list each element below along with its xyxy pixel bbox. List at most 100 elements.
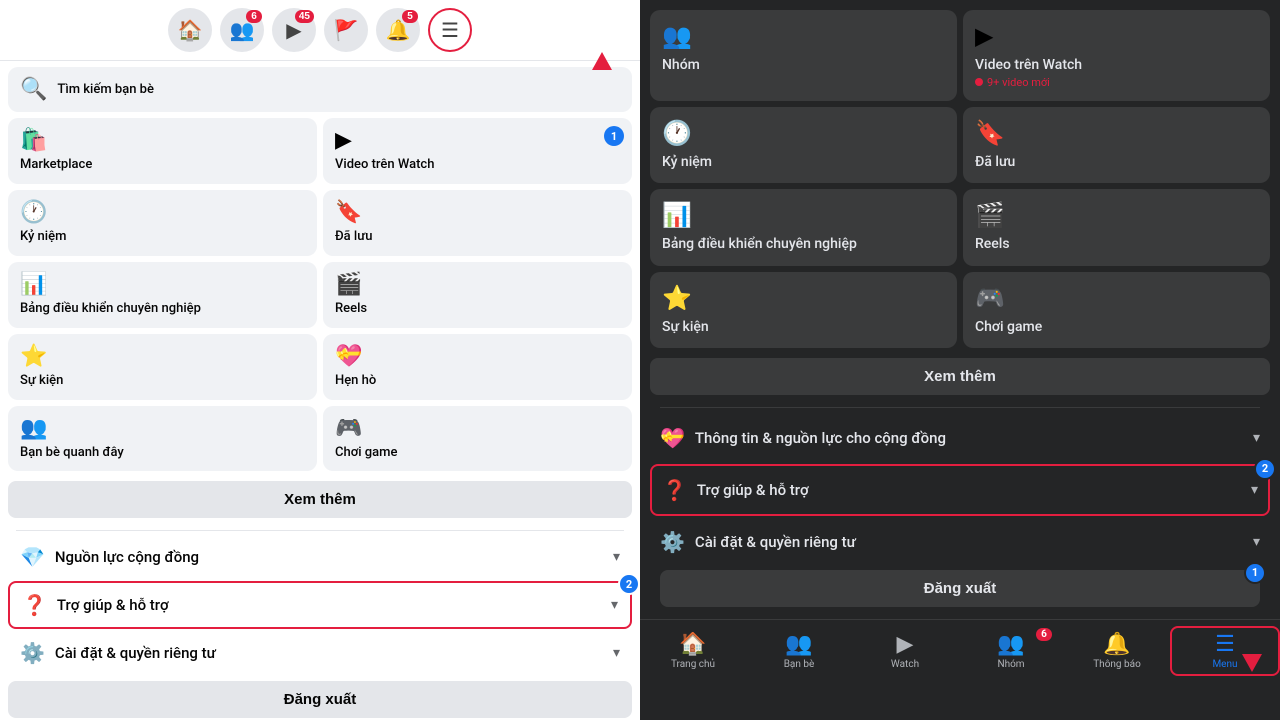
left-grid-item-reels[interactable]: 🎬 Reels: [323, 262, 632, 328]
right-thong-tin-chevron: ▾: [1253, 430, 1260, 446]
right-nhom-label: Nhóm: [662, 56, 700, 74]
left-grid-row-4: ⭐ Sự kiện 💝 Hẹn hò: [8, 334, 632, 400]
bottom-nav-watch[interactable]: ▶ Watch: [852, 628, 958, 674]
menu-nav-btn[interactable]: ☰: [428, 8, 472, 52]
left-see-more-btn[interactable]: Xem thêm: [8, 481, 632, 518]
home-bn-label: Trang chủ: [671, 659, 715, 670]
cai-dat-icon: ⚙️: [20, 641, 45, 665]
watch-dot: [975, 78, 983, 86]
left-panel: 🏠 👥 6 ▶ 45 🚩 🔔 5 ☰ 🔍 Tìm kiếm bạn bè 👥 N…: [0, 0, 640, 720]
game-icon: 🎮: [335, 416, 362, 441]
left-grid-item-kynieum[interactable]: 🕐 Kỷ niệm: [8, 190, 317, 256]
bottom-nav-home[interactable]: 🏠 Trang chủ: [640, 628, 746, 674]
watch2-label: Video trên Watch: [335, 157, 434, 174]
bell-badge: 5: [402, 10, 418, 23]
right-grid-item-nhom[interactable]: 👥 Nhóm: [650, 10, 957, 101]
hendo-icon: 💝: [335, 344, 362, 369]
left-grid-row-5: 👥 Bạn bè quanh đây 🎮 Chơi game: [8, 406, 632, 472]
game-label: Chơi game: [335, 445, 397, 462]
left-grid-item-friends-nearby[interactable]: 👥 Bạn bè quanh đây: [8, 406, 317, 472]
right-sukien-icon: ⭐: [662, 284, 692, 312]
tro-giup-label: Trợ giúp & hỗ trợ: [57, 596, 611, 614]
daluu-label: Đã lưu: [335, 229, 372, 246]
nguon-luc-label: Nguồn lực cộng đồng: [55, 548, 613, 566]
friends-nav-btn[interactable]: 👥 6: [220, 8, 264, 52]
watch-bn-label: Watch: [891, 659, 919, 670]
friends-bn-label: Bạn bè: [784, 659, 815, 670]
watch2-icon: ▶: [335, 128, 352, 153]
menu-bn-label: Menu: [1212, 659, 1237, 670]
daluu-icon: 🔖: [335, 200, 362, 225]
right-see-more-btn[interactable]: Xem thêm: [650, 358, 1270, 395]
left-grid-item-daluu[interactable]: 🔖 Đã lưu: [323, 190, 632, 256]
watch-bn-icon: ▶: [897, 632, 914, 657]
right-thong-tin-icon: 💝: [660, 426, 685, 450]
right-logout-wrapper: Đăng xuất 1: [660, 570, 1260, 607]
right-cai-dat-chevron: ▾: [1253, 534, 1260, 550]
right-grid-item-daluu[interactable]: 🔖 Đã lưu: [963, 107, 1270, 183]
left-logout-btn[interactable]: Đăng xuất: [8, 681, 632, 718]
left-grid-row-3: 📊 Bảng điều khiển chuyên nghiệp 🎬 Reels: [8, 262, 632, 328]
reels-label: Reels: [335, 301, 367, 318]
right-grid-item-reels[interactable]: 🎬 Reels: [963, 189, 1270, 265]
left-grid-item-game[interactable]: 🎮 Chơi game: [323, 406, 632, 472]
right-game-label: Chơi game: [975, 318, 1042, 336]
sukien-label: Sự kiện: [20, 373, 63, 390]
right-grid-item-watch[interactable]: ▶ Video trên Watch 9+ video mới: [963, 10, 1270, 101]
home-nav-btn[interactable]: 🏠: [168, 8, 212, 52]
arrow-down-indicator: [1242, 654, 1262, 672]
bottom-nav-bell[interactable]: 🔔 Thông báo: [1064, 628, 1170, 674]
right-grid-row-3: 📊 Bảng điều khiển chuyên nghiệp 🎬 Reels: [650, 189, 1270, 265]
right-watch-label: Video trên Watch: [975, 56, 1082, 74]
right-section-cai-dat[interactable]: ⚙️ Cài đặt & quyền riêng tư ▾: [650, 518, 1270, 566]
right-tro-giup-label: Trợ giúp & hỗ trợ: [697, 481, 1251, 499]
tro-giup-chevron: ▾: [611, 597, 618, 613]
nhom-bn-icon: 👥: [997, 632, 1024, 657]
top-nav: 🏠 👥 6 ▶ 45 🚩 🔔 5 ☰: [0, 0, 640, 61]
home-bn-icon: 🏠: [679, 632, 706, 657]
find-friends-label: Tìm kiếm bạn bè: [57, 82, 154, 97]
right-grid-section: 👥 Nhóm ▶ Video trên Watch 9+ video mới 🕐…: [640, 0, 1280, 619]
right-panel: 👥 Nhóm ▶ Video trên Watch 9+ video mới 🕐…: [640, 0, 1280, 720]
dashboard-icon: 📊: [20, 272, 47, 297]
arrow-up-indicator: [592, 52, 612, 70]
left-grid-item-dashboard[interactable]: 📊 Bảng điều khiển chuyên nghiệp: [8, 262, 317, 328]
kynieum-label: Kỷ niệm: [20, 229, 66, 246]
right-nhom-icon: 👥: [662, 22, 692, 50]
right-cai-dat-label: Cài đặt & quyền riêng tư: [695, 533, 1253, 551]
bottom-nav-nhom[interactable]: 6 👥 Nhóm: [958, 628, 1064, 674]
right-kynieum-icon: 🕐: [662, 119, 692, 147]
right-logout-badge: 1: [1244, 562, 1266, 584]
right-tro-giup-icon: ❓: [662, 478, 687, 502]
right-logout-btn[interactable]: Đăng xuất: [660, 570, 1260, 607]
left-divider-1: [16, 530, 624, 531]
left-grid-item-sukien[interactable]: ⭐ Sự kiện: [8, 334, 317, 400]
right-grid-item-game[interactable]: 🎮 Chơi game: [963, 272, 1270, 348]
right-grid-item-kynieum[interactable]: 🕐 Kỷ niệm: [650, 107, 957, 183]
flag-nav-btn[interactable]: 🚩: [324, 8, 368, 52]
left-grid-item-watch2[interactable]: ▶ Video trên Watch 1: [323, 118, 632, 184]
nguon-luc-icon: 💎: [20, 545, 45, 569]
find-friends-item[interactable]: 🔍 Tìm kiếm bạn bè: [8, 67, 632, 112]
bottom-nav-menu[interactable]: ☰ Menu: [1170, 626, 1280, 676]
nguon-luc-chevron: ▾: [613, 549, 620, 565]
tro-giup-badge: 2: [618, 573, 640, 595]
left-section-tro-giup[interactable]: ❓ Trợ giúp & hỗ trợ ▾ 2: [8, 581, 632, 629]
menu-bn-icon: ☰: [1215, 632, 1235, 657]
right-grid-item-sukien[interactable]: ⭐ Sự kiện: [650, 272, 957, 348]
right-reels-label: Reels: [975, 235, 1010, 253]
left-grid-item-hendo[interactable]: 💝 Hẹn hò: [323, 334, 632, 400]
bell-bn-label: Thông báo: [1093, 659, 1141, 670]
tro-giup-icon: ❓: [22, 593, 47, 617]
right-grid-row-2: 🕐 Kỷ niệm 🔖 Đã lưu: [650, 107, 1270, 183]
left-grid-item-marketplace[interactable]: 🛍️ Marketplace: [8, 118, 317, 184]
left-section-nguon-luc[interactable]: 💎 Nguồn lực cộng đồng ▾: [8, 535, 632, 579]
video-nav-btn[interactable]: ▶ 45: [272, 8, 316, 52]
right-section-thong-tin[interactable]: 💝 Thông tin & nguồn lực cho cộng đồng ▾: [650, 414, 1270, 462]
right-section-tro-giup[interactable]: ❓ Trợ giúp & hỗ trợ ▾ 2: [650, 464, 1270, 516]
right-grid-item-dashboard[interactable]: 📊 Bảng điều khiển chuyên nghiệp: [650, 189, 957, 265]
bottom-nav-friends[interactable]: 👥 Bạn bè: [746, 628, 852, 674]
bell-nav-btn[interactable]: 🔔 5: [376, 8, 420, 52]
left-section-cai-dat[interactable]: ⚙️ Cài đặt & quyền riêng tư ▾: [8, 631, 632, 675]
marketplace-label: Marketplace: [20, 157, 92, 174]
